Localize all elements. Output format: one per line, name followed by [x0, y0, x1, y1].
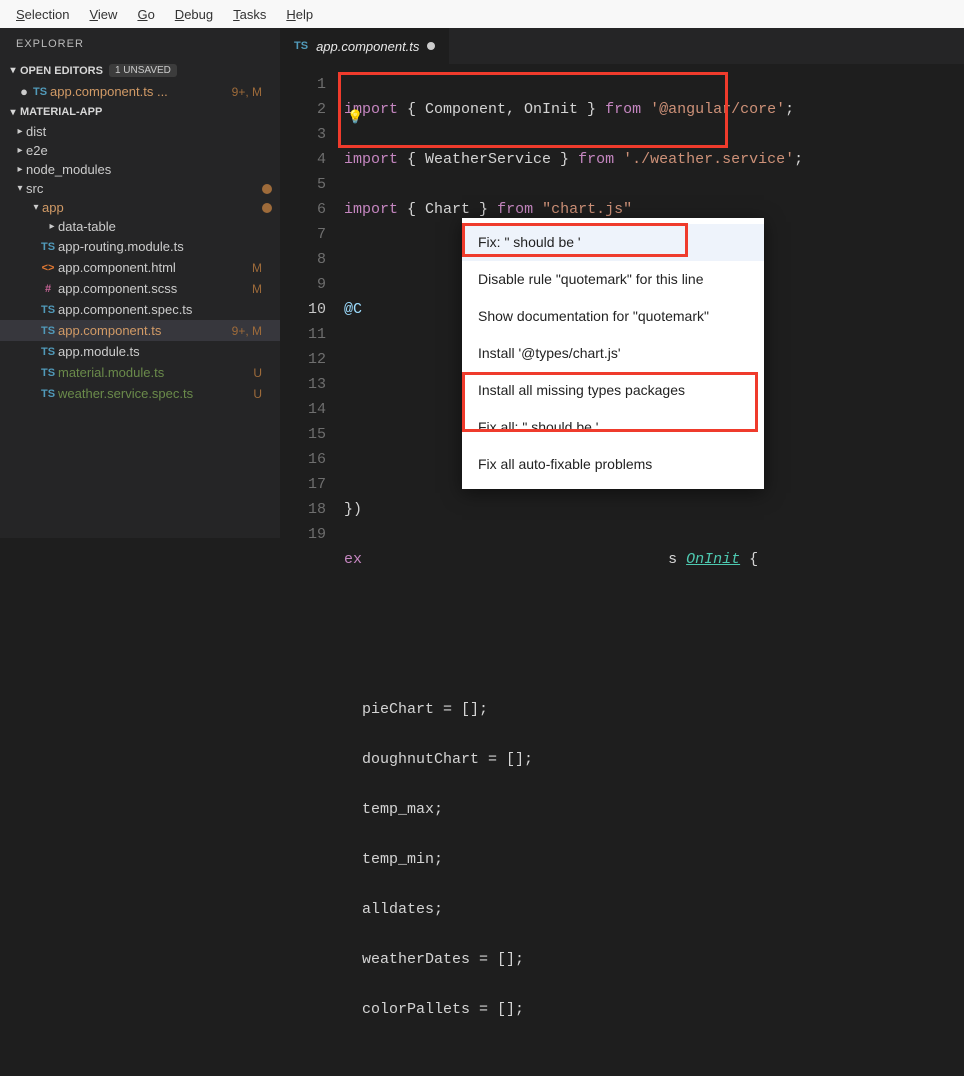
chevron-right-icon: ▸: [14, 164, 26, 175]
line-gutter: 12345678910111213141516171819: [280, 72, 344, 1076]
folder-node-modules[interactable]: ▸node_modules: [0, 160, 280, 179]
ts-icon: TS: [30, 86, 50, 98]
file-name: material.module.ts: [58, 365, 253, 380]
file-name: app.component.scss: [58, 281, 252, 296]
dirty-dot-icon: [427, 42, 435, 50]
file-name: app-routing.module.ts: [58, 239, 262, 254]
code-content[interactable]: import { Component, OnInit } from '@angu…: [344, 72, 964, 1076]
menu-bar: SSelectionelection View Go Debug Tasks H…: [0, 0, 964, 28]
file-status: U: [253, 366, 272, 380]
file-app-component-spec-ts[interactable]: TSapp.component.spec.ts: [0, 299, 280, 320]
file-name: app.component.html: [58, 260, 252, 275]
file-type-icon: <>: [38, 262, 58, 274]
file-name: app.module.ts: [58, 344, 262, 359]
file-type-icon: TS: [38, 388, 58, 400]
file-status: M: [252, 261, 272, 275]
folder-data-table[interactable]: ▸data-table: [0, 217, 280, 236]
folder-src[interactable]: ▾src: [0, 179, 280, 198]
modified-dot-icon: [262, 184, 272, 194]
dirty-dot-icon: ●: [18, 84, 30, 99]
tab-bar: TS app.component.ts: [280, 28, 964, 64]
menu-selection[interactable]: SSelectionelection: [6, 3, 79, 26]
folder-app[interactable]: ▾app: [0, 198, 280, 217]
editor-pane: TS app.component.ts 12345678910111213141…: [280, 28, 964, 538]
project-header[interactable]: ▾ MATERIAL-APP: [0, 102, 280, 122]
file-status: 9+, M: [232, 324, 272, 338]
file-name: app.component.spec.ts: [58, 302, 262, 317]
open-editor-item[interactable]: ● TS app.component.ts ... 9+, M: [0, 81, 280, 102]
file-app-component-scss[interactable]: #app.component.scssM: [0, 278, 280, 299]
menu-go[interactable]: Go: [127, 3, 164, 26]
quickfix-popup: Fix: " should be 'Disable rule "quotemar…: [462, 218, 764, 489]
chevron-right-icon: ▸: [14, 126, 26, 137]
file-material-module-ts[interactable]: TSmaterial.module.tsU: [0, 362, 280, 383]
file-app-component-ts[interactable]: TSapp.component.ts9+, M: [0, 320, 280, 341]
quickfix-item[interactable]: Fix all auto-fixable problems: [462, 446, 764, 483]
open-editors-label: OPEN EDITORS: [20, 65, 103, 77]
tab-app-component[interactable]: TS app.component.ts: [280, 28, 449, 64]
code-editor[interactable]: 12345678910111213141516171819 import { C…: [280, 64, 964, 1076]
file-type-icon: TS: [38, 346, 58, 358]
menu-debug[interactable]: Debug: [165, 3, 223, 26]
file-status: M: [252, 282, 272, 296]
folder-e2e[interactable]: ▸e2e: [0, 141, 280, 160]
chevron-right-icon: ▸: [46, 221, 58, 232]
lightbulb-icon[interactable]: 💡: [347, 105, 363, 130]
file-type-icon: TS: [38, 367, 58, 379]
file-type-icon: TS: [38, 304, 58, 316]
chevron-down-icon: ▾: [6, 107, 20, 118]
open-editor-name: app.component.ts ...: [50, 84, 232, 99]
chevron-down-icon: ▾: [6, 65, 20, 76]
menu-view[interactable]: View: [79, 3, 127, 26]
menu-tasks[interactable]: Tasks: [223, 3, 276, 26]
ts-icon: TS: [294, 40, 308, 52]
file-type-icon: #: [38, 283, 58, 295]
menu-help[interactable]: Help: [276, 3, 323, 26]
open-editor-status: 9+, M: [232, 85, 272, 99]
explorer-sidebar: EXPLORER ▾ OPEN EDITORS 1 UNSAVED ● TS a…: [0, 28, 280, 538]
quickfix-item[interactable]: Fix: " should be ': [462, 224, 764, 261]
project-name: MATERIAL-APP: [20, 106, 102, 118]
file-app-component-html[interactable]: <>app.component.htmlM: [0, 257, 280, 278]
file-app-routing-module-ts[interactable]: TSapp-routing.module.ts: [0, 236, 280, 257]
quickfix-item[interactable]: Install '@types/chart.js': [462, 335, 764, 372]
quickfix-item[interactable]: Disable rule "quotemark" for this line: [462, 261, 764, 298]
chevron-down-icon: ▾: [30, 202, 42, 213]
open-editors-header[interactable]: ▾ OPEN EDITORS 1 UNSAVED: [0, 60, 280, 81]
quickfix-item[interactable]: Install all missing types packages: [462, 372, 764, 409]
folder-dist[interactable]: ▸dist: [0, 122, 280, 141]
modified-dot-icon: [262, 203, 272, 213]
chevron-down-icon: ▾: [14, 183, 26, 194]
file-status: U: [253, 387, 272, 401]
chevron-right-icon: ▸: [14, 145, 26, 156]
file-app-module-ts[interactable]: TSapp.module.ts: [0, 341, 280, 362]
quickfix-item[interactable]: Show documentation for "quotemark": [462, 298, 764, 335]
explorer-title: EXPLORER: [0, 28, 280, 60]
file-name: weather.service.spec.ts: [58, 386, 253, 401]
tab-title: app.component.ts: [316, 39, 419, 54]
file-name: app.component.ts: [58, 323, 232, 338]
unsaved-badge: 1 UNSAVED: [109, 64, 177, 77]
file-weather-service-spec-ts[interactable]: TSweather.service.spec.tsU: [0, 383, 280, 404]
quickfix-item[interactable]: Fix all: " should be ': [462, 409, 764, 446]
file-type-icon: TS: [38, 325, 58, 337]
file-type-icon: TS: [38, 241, 58, 253]
